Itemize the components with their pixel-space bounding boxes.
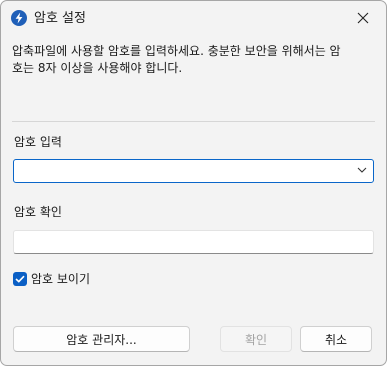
close-button[interactable] [342, 1, 386, 36]
password-confirm-field[interactable] [13, 230, 374, 254]
password-dialog: 암호 설정 압축파일에 사용할 암호를 입력하세요. 충분한 보안을 위해서는 … [0, 0, 387, 366]
checkmark-icon [15, 275, 25, 283]
ok-button[interactable]: 확인 [220, 326, 292, 352]
bandizip-lightning-icon [11, 10, 27, 26]
show-password-checkbox[interactable] [13, 272, 27, 286]
close-icon [357, 12, 369, 24]
description-text: 압축파일에 사용할 암호를 입력하세요. 충분한 보안을 위해서는 암 호는 8… [12, 44, 341, 75]
password-confirm-label: 암호 확인 [14, 205, 62, 219]
password-input-label: 암호 입력 [14, 135, 62, 149]
window-title: 암호 설정 [34, 11, 86, 26]
cancel-button[interactable]: 취소 [300, 326, 372, 352]
show-password-label: 암호 보이기 [31, 272, 91, 286]
password-manager-button[interactable]: 암호 관리자... [13, 326, 190, 352]
separator [12, 121, 375, 122]
chevron-down-icon[interactable] [357, 167, 367, 173]
title-bar: 암호 설정 [1, 1, 386, 36]
password-input-combobox[interactable] [13, 159, 374, 183]
